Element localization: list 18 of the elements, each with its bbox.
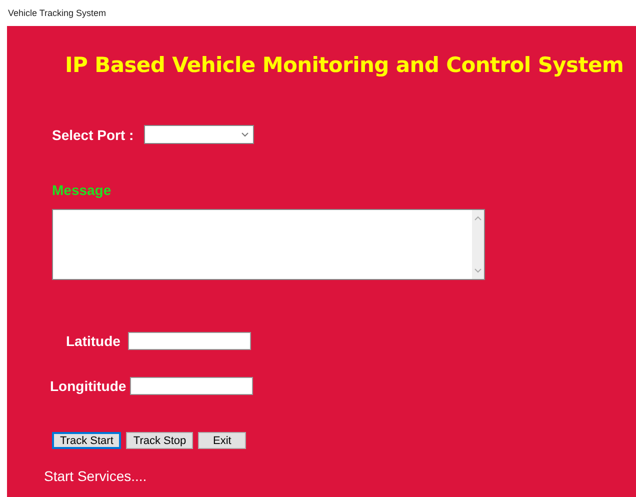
window-title: Vehicle Tracking System	[8, 8, 106, 18]
latitude-label: Latitude	[66, 333, 120, 349]
message-box[interactable]	[52, 209, 485, 280]
action-button[interactable]: Track Start	[52, 432, 122, 449]
message-label: Message	[52, 182, 112, 198]
scrollbar[interactable]	[472, 210, 484, 279]
port-dropdown[interactable]	[144, 125, 254, 144]
port-label: Select Port :	[52, 126, 134, 142]
action-button[interactable]: Exit	[198, 432, 246, 449]
chevron-down-icon	[240, 132, 249, 137]
scroll-down-icon[interactable]	[474, 268, 482, 273]
app-heading: IP Based Vehicle Monitoring and Control System	[65, 53, 625, 77]
scroll-up-icon[interactable]	[474, 216, 482, 221]
longitude-field[interactable]	[130, 377, 254, 395]
longitude-label: Longititude	[50, 378, 126, 394]
latitude-field[interactable]	[128, 332, 252, 350]
status-text: Start Services....	[44, 468, 148, 484]
action-button[interactable]: Track Stop	[126, 432, 194, 449]
